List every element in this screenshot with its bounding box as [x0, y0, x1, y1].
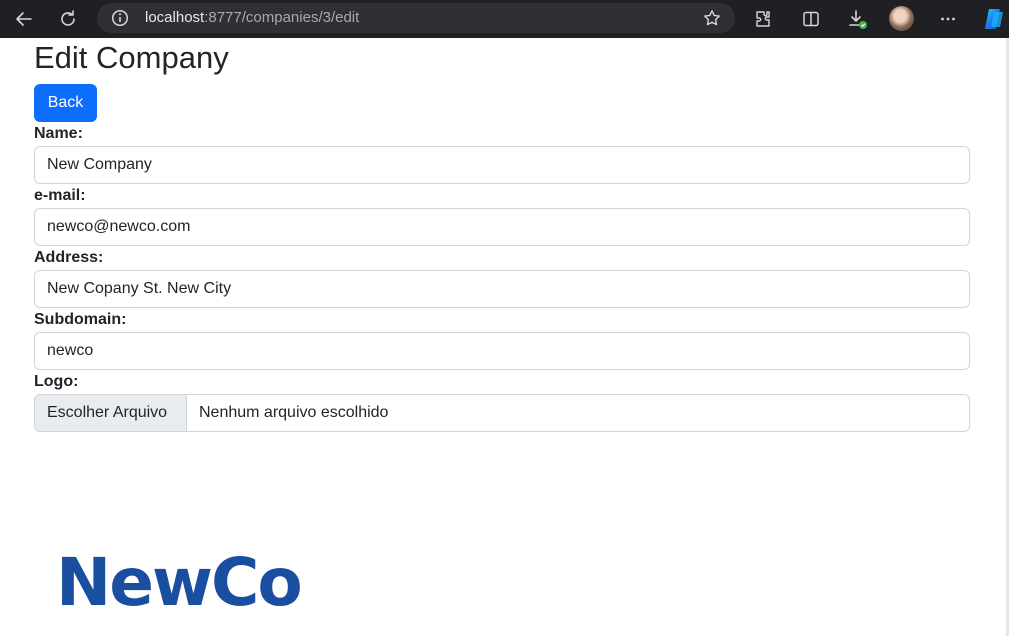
- star-icon[interactable]: [703, 9, 721, 27]
- email-label: e-mail:: [34, 187, 86, 204]
- back-button[interactable]: Back: [34, 84, 97, 122]
- profile-avatar[interactable]: [889, 6, 914, 31]
- extensions-icon[interactable]: [751, 7, 775, 31]
- subdomain-label: Subdomain:: [34, 311, 127, 328]
- url-text[interactable]: localhost:8777/companies/3/edit: [145, 9, 359, 27]
- name-label: Name:: [34, 125, 83, 142]
- company-logo: NewCo: [56, 544, 303, 621]
- more-icon[interactable]: [936, 7, 960, 31]
- name-input[interactable]: [34, 146, 970, 184]
- address-input[interactable]: [34, 270, 970, 308]
- split-screen-icon[interactable]: [799, 7, 823, 31]
- file-status: Nenhum arquivo escolhido: [199, 404, 389, 421]
- back-arrow-icon[interactable]: [12, 7, 36, 31]
- address-label: Address:: [34, 249, 104, 266]
- url-path: :8777/companies/3/edit: [204, 9, 360, 26]
- logo-file-input[interactable]: Escolher Arquivo Nenhum arquivo escolhid…: [34, 394, 970, 432]
- email-input[interactable]: [34, 208, 970, 246]
- main-content: Edit Company Back Name: e-mail: Address:…: [34, 38, 970, 432]
- downloads-icon[interactable]: [845, 7, 869, 31]
- subdomain-input[interactable]: [34, 332, 970, 370]
- info-icon[interactable]: [111, 9, 129, 27]
- copilot-icon[interactable]: [981, 6, 1007, 32]
- page-title: Edit Company: [34, 40, 229, 75]
- browser-toolbar: localhost:8777/companies/3/edit: [0, 0, 1009, 38]
- reload-icon[interactable]: [56, 7, 80, 31]
- logo-label: Logo:: [34, 373, 79, 390]
- choose-file-button[interactable]: Escolher Arquivo: [35, 395, 187, 431]
- address-bar[interactable]: localhost:8777/companies/3/edit: [97, 3, 735, 33]
- url-host: localhost: [145, 9, 205, 26]
